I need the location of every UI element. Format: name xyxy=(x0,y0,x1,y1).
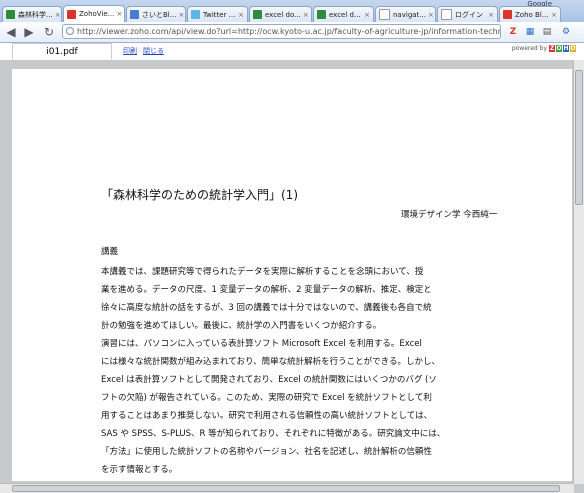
zoho-logo-letter: H xyxy=(563,45,569,52)
close-tab-icon[interactable]: × xyxy=(362,11,370,19)
browser-tab-label: さいとBl... xyxy=(142,10,177,19)
browser-tab[interactable]: navigat... × xyxy=(375,6,436,22)
body-line: 業を進める。データの尺度、1 変量データの解析、2 変量データの解析、推定、検定… xyxy=(101,285,432,295)
browser-tab-label: ログイン xyxy=(455,10,483,19)
close-tab-icon[interactable]: × xyxy=(53,11,61,19)
browser-tab[interactable]: さいとBl... × xyxy=(126,6,186,22)
vertical-scroll-thumb[interactable] xyxy=(575,70,583,205)
url-text: http://viewer.zoho.com/api/view.do?url=h… xyxy=(77,27,501,36)
zoho-logo-letter: O xyxy=(570,45,576,52)
tab-strip: Google 森林科学... × ZohoVie... × さいとBl... × Twitt… xyxy=(0,0,584,22)
body-line: 演習には、パソコンに入っている表計算ソフト Microsoft Excel を利… xyxy=(101,339,422,349)
body-line: フトの欠陥) が報告されている。このため、実際の研究で Excel を統計ソフト… xyxy=(101,393,432,403)
body-line: 用することはあまり推奨しない。研究で利用される信頼性の高い統計ソフトとしては、 xyxy=(101,411,433,421)
address-bar[interactable]: http://viewer.zoho.com/api/view.do?url=h… xyxy=(62,24,501,39)
close-link[interactable]: 閉じる xyxy=(143,46,164,56)
page-icon xyxy=(441,9,452,20)
close-tab-icon[interactable]: × xyxy=(236,11,244,19)
zoho-extension-icon[interactable]: Z xyxy=(506,25,520,39)
zoho-logo: Z O H O xyxy=(549,45,576,52)
browser-tab-label: excel d... xyxy=(329,10,361,19)
body-line: を示す情報とする。 xyxy=(101,465,178,475)
close-tab-icon[interactable]: × xyxy=(426,11,434,19)
close-tab-icon[interactable]: × xyxy=(176,11,184,19)
browser-tab[interactable]: ZohoVie... × xyxy=(63,5,125,22)
browser-tab-label: excel do... xyxy=(265,10,301,19)
powered-by-label: powered by xyxy=(511,45,547,52)
browser-tab[interactable]: excel d... × xyxy=(313,6,374,22)
close-tab-icon[interactable]: × xyxy=(486,11,494,19)
document-author: 環境デザイン学 今西純一 xyxy=(401,210,498,220)
body-line: 本講義では、課題研究等で得られたデータを実際に解析することを念頭において、授 xyxy=(101,267,424,277)
section-heading: 講義 xyxy=(101,247,119,257)
powered-by: powered by Z O H O xyxy=(512,45,576,52)
browser-tab[interactable]: 森林科学... × xyxy=(2,6,62,22)
browser-tab[interactable]: excel do... × xyxy=(249,6,312,22)
browser-tab[interactable]: Twitter ... × xyxy=(187,6,248,22)
wrench-icon[interactable]: ⚙ xyxy=(559,25,573,39)
back-icon[interactable]: ◀ xyxy=(3,24,19,40)
print-link[interactable]: 印刷 xyxy=(123,46,137,56)
globe-icon xyxy=(66,27,74,35)
browser-tab-label: navigat... xyxy=(393,10,426,19)
toolbar: ◀ ▶ ↻ http://viewer.zoho.com/api/view.do… xyxy=(0,22,584,43)
vertical-scrollbar[interactable] xyxy=(573,60,584,484)
forward-icon[interactable]: ▶ xyxy=(21,24,37,40)
close-tab-icon[interactable]: × xyxy=(549,11,557,19)
browser-tab-label: Zoho Bl... xyxy=(515,10,549,19)
body-line: には様々な統計関数が組み込まれており、簡単な統計解析を行うことができる。しかし、 xyxy=(101,357,440,367)
spreadsheet-icon xyxy=(6,10,15,19)
close-tab-icon[interactable]: × xyxy=(301,11,309,19)
document-page: 「森林科学のための統計学入門」(1) 環境デザイン学 今西純一 講義 本講義では… xyxy=(12,69,572,481)
spreadsheet-icon xyxy=(253,10,262,19)
browser-tab-label: 森林科学... xyxy=(18,10,53,19)
browser-tab-label: Twitter ... xyxy=(203,10,236,19)
horizontal-scrollbar[interactable] xyxy=(0,483,574,493)
document-title: 「森林科学のための統計学入門」(1) xyxy=(101,188,298,202)
close-tab-icon[interactable]: × xyxy=(114,10,122,18)
body-line: Excel は表計算ソフトとして開発されており、Excel の統計関数にはいくつ… xyxy=(101,375,437,385)
body-line: 「方法」に使用した統計ソフトの名称やバージョン、社名を記述し、統計解析の信頼性 xyxy=(101,447,432,457)
browser-tab[interactable]: ログイン × xyxy=(437,6,498,22)
browser-tab[interactable]: Zoho Bl... × xyxy=(499,6,561,22)
zoho-icon xyxy=(503,10,512,19)
twitter-icon xyxy=(191,10,200,19)
horizontal-scroll-thumb[interactable] xyxy=(12,485,560,492)
body-line: 計の勉強を進めてほしい。最後に、統計学の入門書をいくつか紹介する。 xyxy=(101,321,382,331)
body-line: SAS や SPSS、S-PLUS、R 等が知られており、それぞれに特徴がある。… xyxy=(101,429,446,439)
viewer-header: i01.pdf 印刷 閉じる powered by Z O H O xyxy=(0,43,584,61)
zoho-icon xyxy=(67,9,76,19)
page-icon xyxy=(379,9,390,20)
document-tab[interactable]: i01.pdf xyxy=(12,43,112,60)
blog-icon xyxy=(130,10,139,19)
document-viewer: 「森林科学のための統計学入門」(1) 環境デザイン学 今西純一 講義 本講義では… xyxy=(0,60,584,493)
extension-icon[interactable]: ▦ xyxy=(523,25,537,39)
zoho-logo-letter: O xyxy=(556,45,562,52)
spreadsheet-icon xyxy=(317,10,326,19)
reload-icon[interactable]: ↻ xyxy=(41,24,57,40)
browser-tab-label: ZohoVie... xyxy=(79,10,115,18)
zoho-logo-letter: Z xyxy=(549,45,555,52)
page-menu-icon[interactable]: ▤ xyxy=(540,25,554,39)
body-line: 徐々に高度な統計の話をするが、3 回の講義では十分ではないので、講義後も各自で統 xyxy=(101,303,432,313)
